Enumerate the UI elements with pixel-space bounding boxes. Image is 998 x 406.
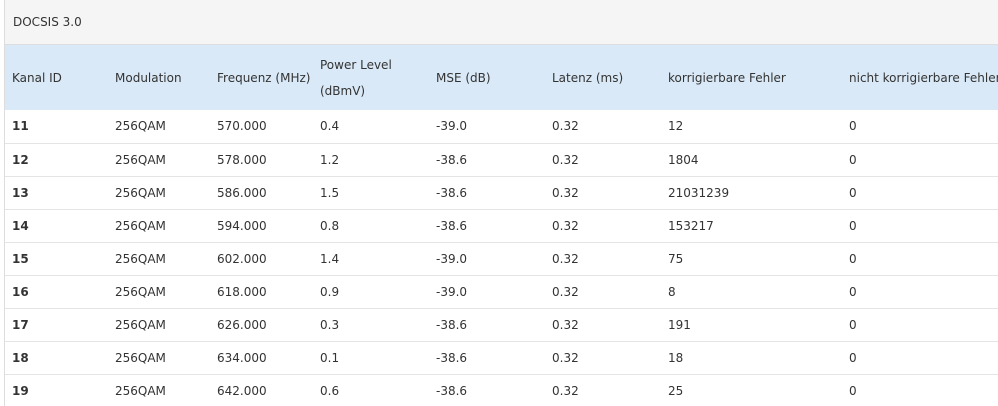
cell-kanal-id: 18: [12, 350, 29, 365]
cell-korrigierbare-fehler: 8: [668, 284, 676, 299]
header-latenz: Latenz (ms): [552, 70, 624, 85]
cell-modulation: 256QAM: [115, 317, 166, 332]
cell-mse: -39.0: [436, 119, 468, 134]
header-power-level: Power Level (dBmV): [313, 45, 429, 110]
cell-latenz: 0.32: [552, 284, 579, 299]
cell-nicht-korrigierbare-fehler: 0: [849, 185, 857, 200]
cell-modulation: 256QAM: [115, 284, 166, 299]
cell-korrigierbare-fehler: 75: [668, 251, 684, 266]
cell-modulation: 256QAM: [115, 383, 166, 398]
cell-power-level: 1.2: [320, 152, 340, 167]
cell-power-level: 0.8: [320, 218, 340, 233]
cell-korrigierbare-fehler: 12: [668, 119, 684, 134]
cell-kanal-id: 19: [12, 383, 29, 398]
cell-mse: -38.6: [436, 152, 468, 167]
cell-nicht-korrigierbare-fehler: 0: [849, 383, 857, 398]
table-row: 18 256QAM 634.000 0.1 -38.6 0.32 18 0: [5, 341, 998, 374]
cell-mse: -38.6: [436, 218, 468, 233]
cell-korrigierbare-fehler: 25: [668, 383, 684, 398]
cell-latenz: 0.32: [552, 119, 579, 134]
cell-frequenz: 578.000: [217, 152, 267, 167]
cell-frequenz: 586.000: [217, 185, 267, 200]
panel-title: DOCSIS 3.0: [5, 0, 998, 45]
cell-latenz: 0.32: [552, 218, 579, 233]
table-row: 16 256QAM 618.000 0.9 -39.0 0.32 8 0: [5, 275, 998, 308]
table-row: 15 256QAM 602.000 1.4 -39.0 0.32 75 0: [5, 242, 998, 275]
cell-kanal-id: 11: [12, 119, 29, 134]
cell-mse: -38.6: [436, 383, 468, 398]
cell-power-level: 0.6: [320, 383, 340, 398]
header-frequenz: Frequenz (MHz): [217, 70, 311, 85]
cell-nicht-korrigierbare-fehler: 0: [849, 251, 857, 266]
table-row: 14 256QAM 594.000 0.8 -38.6 0.32 153217 …: [5, 209, 998, 242]
cell-kanal-id: 12: [12, 152, 29, 167]
cell-power-level: 0.9: [320, 284, 340, 299]
cell-nicht-korrigierbare-fehler: 0: [849, 317, 857, 332]
downstream-channel-table: Kanal ID Modulation Frequenz (MHz) Power…: [5, 45, 998, 406]
cell-latenz: 0.32: [552, 185, 579, 200]
cell-modulation: 256QAM: [115, 251, 166, 266]
header-power-level-line2: (dBmV): [320, 83, 366, 98]
cell-frequenz: 594.000: [217, 218, 267, 233]
cell-latenz: 0.32: [552, 152, 579, 167]
table-row: 11 256QAM 570.000 0.4 -39.0 0.32 12 0: [5, 110, 998, 143]
cell-latenz: 0.32: [552, 317, 579, 332]
cell-mse: -38.6: [436, 185, 468, 200]
cell-latenz: 0.32: [552, 251, 579, 266]
cell-frequenz: 602.000: [217, 251, 267, 266]
cell-modulation: 256QAM: [115, 218, 166, 233]
cell-modulation: 256QAM: [115, 185, 166, 200]
cell-korrigierbare-fehler: 1804: [668, 152, 699, 167]
cell-mse: -39.0: [436, 284, 468, 299]
cell-power-level: 0.4: [320, 119, 340, 134]
cell-nicht-korrigierbare-fehler: 0: [849, 284, 857, 299]
table-header-row: Kanal ID Modulation Frequenz (MHz) Power…: [5, 45, 998, 110]
cell-nicht-korrigierbare-fehler: 0: [849, 119, 857, 134]
cell-kanal-id: 13: [12, 185, 29, 200]
cell-nicht-korrigierbare-fehler: 0: [849, 350, 857, 365]
cell-frequenz: 626.000: [217, 317, 267, 332]
cell-kanal-id: 14: [12, 218, 29, 233]
cell-frequenz: 642.000: [217, 383, 267, 398]
cell-modulation: 256QAM: [115, 119, 166, 134]
cell-korrigierbare-fehler: 191: [668, 317, 691, 332]
header-nicht-korrigierbare-fehler: nicht korrigierbare Fehler: [849, 70, 998, 85]
table-row: 13 256QAM 586.000 1.5 -38.6 0.32 2103123…: [5, 176, 998, 209]
header-mse: MSE (dB): [436, 70, 491, 85]
cell-power-level: 0.3: [320, 317, 340, 332]
cell-frequenz: 634.000: [217, 350, 267, 365]
cell-nicht-korrigierbare-fehler: 0: [849, 152, 857, 167]
table-header: Kanal ID Modulation Frequenz (MHz) Power…: [5, 45, 998, 110]
cell-power-level: 0.1: [320, 350, 340, 365]
cell-kanal-id: 15: [12, 251, 29, 266]
header-power-level-line1: Power Level: [320, 57, 392, 72]
header-korrigierbare-fehler: korrigierbare Fehler: [668, 70, 786, 85]
header-modulation: Modulation: [115, 70, 182, 85]
cell-mse: -38.6: [436, 350, 468, 365]
cell-korrigierbare-fehler: 18: [668, 350, 684, 365]
cell-mse: -39.0: [436, 251, 468, 266]
table-row: 12 256QAM 578.000 1.2 -38.6 0.32 1804 0: [5, 143, 998, 176]
header-kanal-id: Kanal ID: [12, 70, 62, 85]
cell-latenz: 0.32: [552, 350, 579, 365]
cell-frequenz: 618.000: [217, 284, 267, 299]
cell-korrigierbare-fehler: 21031239: [668, 185, 730, 200]
table-body: 11 256QAM 570.000 0.4 -39.0 0.32 12 0 12…: [5, 110, 998, 406]
cell-mse: -38.6: [436, 317, 468, 332]
cell-modulation: 256QAM: [115, 152, 166, 167]
docsis-panel: DOCSIS 3.0 Kanal ID Modulation Frequenz …: [4, 0, 998, 406]
table-row: 17 256QAM 626.000 0.3 -38.6 0.32 191 0: [5, 308, 998, 341]
table-row: 19 256QAM 642.000 0.6 -38.6 0.32 25 0: [5, 374, 998, 406]
cell-kanal-id: 16: [12, 284, 29, 299]
cell-nicht-korrigierbare-fehler: 0: [849, 218, 857, 233]
cell-latenz: 0.32: [552, 383, 579, 398]
cell-power-level: 1.4: [320, 251, 340, 266]
cell-kanal-id: 17: [12, 317, 29, 332]
cell-power-level: 1.5: [320, 185, 340, 200]
cell-modulation: 256QAM: [115, 350, 166, 365]
cell-frequenz: 570.000: [217, 119, 267, 134]
cell-korrigierbare-fehler: 153217: [668, 218, 714, 233]
